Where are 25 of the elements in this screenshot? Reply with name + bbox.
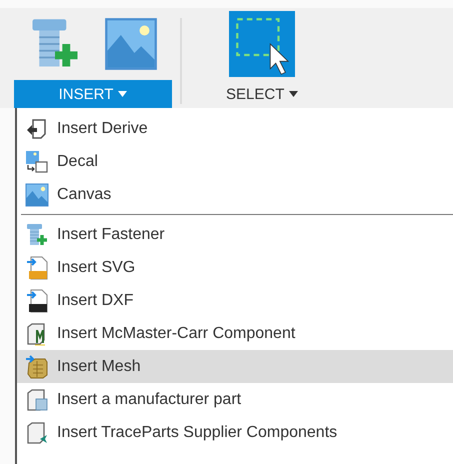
- menu-item[interactable]: Decal: [17, 145, 453, 178]
- menu-item[interactable]: Insert Mesh: [17, 350, 453, 383]
- decal-icon: [25, 150, 49, 174]
- menu-item[interactable]: Canvas: [17, 178, 453, 211]
- derive-icon: [25, 116, 49, 140]
- image-icon: [25, 182, 49, 206]
- bolt-plus-icon: [25, 222, 49, 246]
- image-icon: [104, 17, 158, 71]
- window-select-icon: [229, 11, 296, 77]
- toolbar-dropdown-button[interactable]: INSERT: [14, 80, 172, 108]
- svg-file-icon: [25, 256, 49, 280]
- menu-item[interactable]: Insert McMaster-Carr Component: [17, 317, 453, 350]
- cube-icon: [25, 388, 49, 412]
- menu-item[interactable]: Insert TraceParts Supplier Components: [17, 416, 453, 449]
- menu-item[interactable]: Insert DXF: [17, 284, 453, 317]
- menu-item[interactable]: Insert a manufacturer part: [17, 383, 453, 416]
- dxf-file-icon: [25, 288, 49, 312]
- caret-icon: [289, 91, 298, 97]
- mesh-icon: [25, 354, 49, 378]
- menu-item[interactable]: Insert SVG: [17, 251, 453, 284]
- menu-item[interactable]: Insert Derive: [17, 112, 453, 145]
- menu-item[interactable]: Insert Fastener: [17, 218, 453, 251]
- toolbar-dropdown-button[interactable]: SELECT: [212, 80, 312, 108]
- cube-icon: [25, 420, 49, 444]
- caret-icon: [118, 91, 128, 97]
